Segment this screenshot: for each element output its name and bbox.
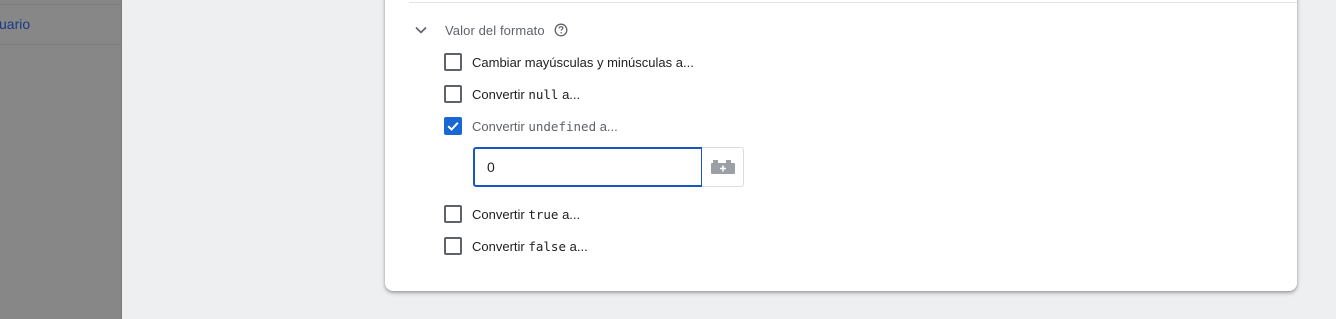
change-case-checkbox[interactable] xyxy=(444,53,462,71)
format-value-panel: Valor del formato Cambiar mayúsculas y m… xyxy=(385,0,1297,291)
option-label-prefix: Convertir xyxy=(472,86,529,102)
option-label: Convertir true a... xyxy=(472,207,580,222)
sidebar-item-user[interactable]: uario xyxy=(0,5,121,45)
convert-undefined-checkbox[interactable] xyxy=(444,117,462,135)
undefined-value-input[interactable] xyxy=(473,147,703,187)
option-label-suffix: a... xyxy=(596,118,618,134)
option-convert-true[interactable]: Convertir true a... xyxy=(444,204,580,224)
option-label-code: null xyxy=(528,86,559,102)
chevron-down-icon[interactable] xyxy=(413,22,429,38)
convert-true-checkbox[interactable] xyxy=(444,205,462,223)
option-label-text: Cambiar mayúsculas y minúsculas a... xyxy=(472,54,694,70)
option-label: Convertir undefined a... xyxy=(472,119,618,134)
option-label-prefix: Convertir xyxy=(472,118,529,134)
option-label: Convertir false a... xyxy=(472,239,588,254)
option-label-suffix: a... xyxy=(558,86,581,102)
variable-picker-button[interactable] xyxy=(702,147,744,187)
option-label-prefix: Convertir xyxy=(472,206,529,222)
convert-false-checkbox[interactable] xyxy=(444,237,462,255)
sidebar-item-label: uario xyxy=(0,16,31,32)
option-label: Cambiar mayúsculas y minúsculas a... xyxy=(472,55,694,70)
option-convert-null[interactable]: Convertir null a... xyxy=(444,84,580,104)
option-label: Convertir null a... xyxy=(472,87,580,102)
option-label-code: undefined xyxy=(528,118,597,134)
sidebar: uario xyxy=(0,0,122,319)
option-convert-undefined[interactable]: Convertir undefined a... xyxy=(444,116,618,136)
option-label-suffix: a... xyxy=(558,206,581,222)
convert-null-checkbox[interactable] xyxy=(444,85,462,103)
option-label-suffix: a... xyxy=(566,238,588,254)
format-value-section-header[interactable]: Valor del formato xyxy=(413,20,569,40)
option-convert-false[interactable]: Convertir false a... xyxy=(444,236,588,256)
variable-brick-icon xyxy=(710,160,735,174)
help-circle-icon[interactable] xyxy=(553,22,569,38)
option-label-prefix: Convertir xyxy=(472,238,529,254)
check-icon xyxy=(447,122,459,131)
section-divider xyxy=(409,2,1297,3)
section-title: Valor del formato xyxy=(445,22,545,38)
option-change-case[interactable]: Cambiar mayúsculas y minúsculas a... xyxy=(444,52,694,72)
option-label-code: false xyxy=(528,238,566,254)
option-label-code: true xyxy=(528,206,559,222)
